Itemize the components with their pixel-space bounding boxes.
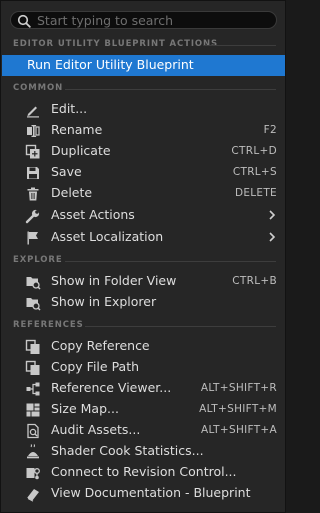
menu-item-shortcut: CTRL+D: [231, 145, 277, 157]
menu-item-label: Edit...: [51, 101, 88, 116]
menu-item-show-in-explorer[interactable]: Show in Explorer: [2, 292, 285, 313]
search-box: [10, 11, 277, 29]
flag-icon: [27, 231, 38, 245]
menu-item-delete[interactable]: Delete DELETE: [2, 183, 285, 204]
menu-item-shortcut: DELETE: [234, 187, 277, 199]
trash-icon: [27, 187, 39, 201]
search-input[interactable]: [37, 12, 267, 28]
section-references: REFERENCES: [13, 320, 84, 330]
revision-control-icon: [26, 468, 40, 480]
menu-item-reference-viewer[interactable]: Reference Viewer... ALT+SHIFT+R: [2, 378, 285, 399]
menu-item-label: Show in Explorer: [51, 294, 157, 309]
duplicate-icon: [25, 144, 40, 159]
chevron-right-icon: [269, 210, 276, 220]
menu-item-label: Delete: [51, 185, 93, 200]
menu-item-label: Reference Viewer...: [51, 380, 172, 395]
menu-item-asset-localization[interactable]: Asset Localization: [2, 227, 285, 248]
context-menu: EDITOR UTILITY BLUEPRINT ACTIONS Run Edi…: [0, 0, 286, 513]
wrench-icon: [25, 209, 40, 224]
menu-item-label: Duplicate: [51, 143, 111, 158]
menu-item-label: View Documentation - Blueprint: [51, 485, 251, 500]
menu-item-label: Size Map...: [51, 401, 119, 416]
menu-item-save[interactable]: Save CTRL+S: [2, 162, 285, 183]
section-explore: EXPLORE: [13, 255, 63, 265]
menu-item-label: Copy Reference: [51, 338, 150, 353]
menu-item-size-map[interactable]: Size Map... ALT+SHIFT+M: [2, 399, 285, 420]
folder-search-icon: [26, 298, 41, 311]
menu-item-label: Rename: [51, 122, 103, 137]
menu-item-asset-actions[interactable]: Asset Actions: [2, 205, 285, 226]
menu-item-label: Save: [51, 164, 82, 179]
section-common: COMMON: [13, 83, 64, 93]
menu-item-rename[interactable]: Rename F2: [2, 120, 285, 141]
menu-item-label: Audit Assets...: [51, 422, 141, 437]
section-rule: [204, 45, 276, 46]
menu-item-shortcut: F2: [263, 124, 277, 136]
menu-item-duplicate[interactable]: Duplicate CTRL+D: [2, 141, 285, 162]
menu-item-audit-assets[interactable]: Audit Assets... ALT+SHIFT+A: [2, 420, 285, 441]
rename-icon: [27, 125, 40, 137]
menu-item-label: Asset Actions: [51, 207, 135, 222]
pencil-icon: [27, 106, 39, 118]
copy-icon: [25, 360, 40, 375]
menu-item-label: Copy File Path: [51, 359, 140, 374]
section-rule: [85, 326, 276, 327]
menu-item-shader-cook-statistics[interactable]: Shader Cook Statistics...: [2, 441, 285, 462]
menu-item-connect-to-revision-control[interactable]: Connect to Revision Control...: [2, 462, 285, 483]
menu-item-run-editor-utility-blueprint[interactable]: Run Editor Utility Blueprint: [2, 55, 285, 76]
book-icon: [26, 489, 39, 502]
menu-item-shortcut: ALT+SHIFT+R: [200, 382, 277, 394]
size-map-icon: [26, 403, 40, 417]
search-icon: [17, 14, 31, 28]
menu-item-shortcut: CTRL+B: [232, 275, 277, 287]
section-rule: [65, 89, 276, 90]
menu-item-shortcut: ALT+SHIFT+A: [200, 424, 277, 436]
menu-item-copy-reference[interactable]: Copy Reference: [2, 336, 285, 357]
menu-item-show-in-folder-view[interactable]: Show in Folder View CTRL+B: [2, 271, 285, 292]
menu-item-view-documentation[interactable]: View Documentation - Blueprint: [2, 483, 285, 504]
shader-icon: [27, 444, 39, 459]
menu-item-edit[interactable]: Edit...: [2, 99, 285, 120]
section-editor-utility: EDITOR UTILITY BLUEPRINT ACTIONS: [13, 39, 219, 49]
menu-item-shortcut: CTRL+S: [232, 166, 277, 178]
copy-icon: [25, 339, 40, 354]
section-rule: [65, 261, 276, 262]
menu-item-label: Show in Folder View: [51, 273, 177, 288]
search-field[interactable]: [10, 11, 277, 29]
menu-item-label: Shader Cook Statistics...: [51, 443, 204, 458]
chevron-right-icon: [269, 232, 276, 242]
menu-item-label: Run Editor Utility Blueprint: [27, 57, 194, 72]
menu-item-shortcut: ALT+SHIFT+M: [199, 403, 277, 415]
audit-icon: [27, 423, 39, 439]
save-icon: [27, 167, 39, 179]
folder-search-icon: [26, 277, 41, 290]
menu-item-copy-file-path[interactable]: Copy File Path: [2, 357, 285, 378]
menu-item-label: Asset Localization: [51, 229, 164, 244]
reference-viewer-icon: [26, 382, 40, 396]
menu-item-label: Connect to Revision Control...: [51, 464, 237, 479]
